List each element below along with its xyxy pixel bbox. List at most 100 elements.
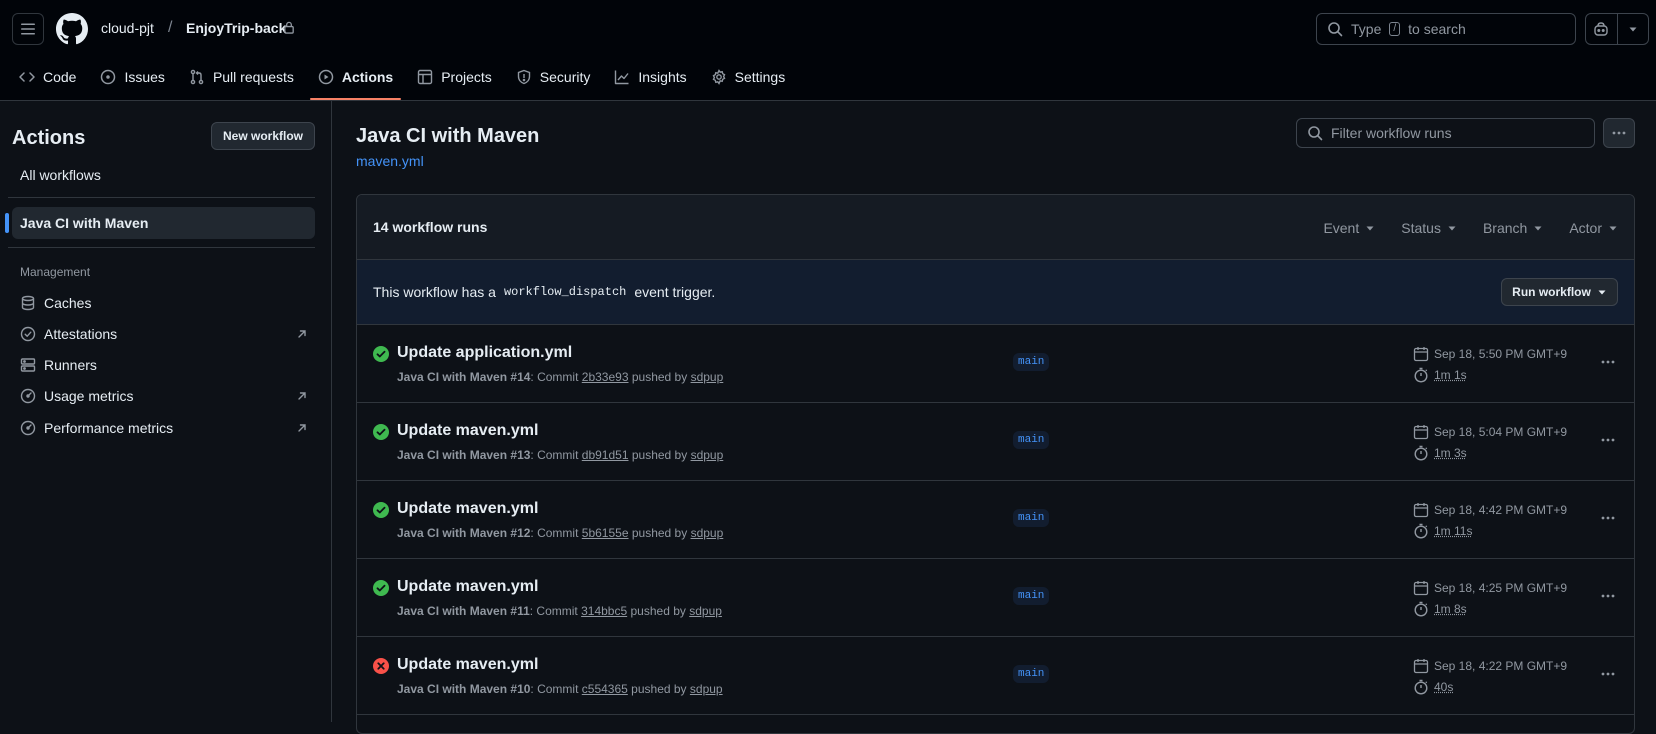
run-row[interactable]: Update maven.yml Java CI with Maven #10:… <box>357 637 1634 715</box>
run-meta: Java CI with Maven #12: Commit 5b6155e p… <box>397 526 723 540</box>
new-workflow-button[interactable]: New workflow <box>211 122 315 150</box>
run-duration: 1m 11s <box>1413 523 1472 539</box>
run-title[interactable]: Update maven.yml <box>397 500 538 518</box>
menu-button[interactable] <box>12 13 44 45</box>
run-title[interactable]: Update application.yml <box>397 344 572 362</box>
sidebar-item-label: Usage metrics <box>44 388 133 404</box>
breadcrumb-repo[interactable]: EnjoyTrip-back <box>186 20 286 36</box>
tab-code[interactable]: Code <box>19 62 84 92</box>
sidebar-item-label: Java CI with Maven <box>20 215 148 231</box>
filter-branch[interactable]: Branch <box>1483 220 1543 236</box>
global-search-input[interactable]: Type / to search <box>1316 13 1576 45</box>
commit-label: Commit <box>537 448 578 462</box>
lock-icon <box>283 21 295 34</box>
graph-icon <box>614 69 630 85</box>
kebab-horizontal-icon[interactable] <box>1600 432 1616 448</box>
sidebar-item-label: Runners <box>44 357 97 373</box>
tab-settings[interactable]: Settings <box>703 62 794 92</box>
sidebar-item-usage-metrics[interactable]: Usage metrics <box>20 385 308 407</box>
dispatch-code: workflow_dispatch <box>504 285 626 299</box>
kebab-horizontal-icon <box>1611 125 1627 141</box>
tab-label: Issues <box>124 69 164 85</box>
link-external-icon <box>296 390 308 402</box>
run-workflow-button[interactable]: Run workflow <box>1501 278 1618 306</box>
branch-label[interactable]: main <box>1013 587 1049 605</box>
commit-link[interactable]: 5b6155e <box>582 526 629 540</box>
commit-link[interactable]: 2b33e93 <box>582 370 629 384</box>
stopwatch-icon <box>1413 367 1429 383</box>
pushed-by-label: pushed by <box>632 526 687 540</box>
filter-event[interactable]: Event <box>1323 220 1375 236</box>
tab-label: Security <box>540 69 591 85</box>
run-duration: 1m 3s <box>1413 445 1467 461</box>
sidebar-item-java-ci-with-maven[interactable]: Java CI with Maven <box>12 207 315 239</box>
run-row[interactable]: Update maven.yml Java CI with Maven #11:… <box>357 559 1634 637</box>
user-link[interactable]: sdpup <box>691 526 724 540</box>
tab-issues[interactable]: Issues <box>92 62 172 92</box>
run-workflow-name: Java CI with Maven <box>397 370 507 384</box>
commit-link[interactable]: 314bbc5 <box>581 604 627 618</box>
sidebar-item-performance-metrics[interactable]: Performance metrics <box>20 417 308 439</box>
run-meta: Java CI with Maven #10: Commit c554365 p… <box>397 682 723 696</box>
kebab-horizontal-icon[interactable] <box>1600 666 1616 682</box>
copilot-icon[interactable] <box>1586 14 1617 44</box>
breadcrumb-owner[interactable]: cloud-pjt <box>101 20 154 36</box>
sidebar-item-caches[interactable]: Caches <box>20 292 308 314</box>
run-date-text: Sep 18, 5:04 PM GMT+9 <box>1434 425 1567 439</box>
table-icon <box>417 69 433 85</box>
global-header: cloud-pjt / EnjoyTrip-back Type / to sea… <box>0 0 1656 101</box>
run-date-text: Sep 18, 4:42 PM GMT+9 <box>1434 503 1567 517</box>
tab-insights[interactable]: Insights <box>606 62 694 92</box>
tab-label: Insights <box>638 69 686 85</box>
stopwatch-icon <box>1413 601 1429 617</box>
branch-label[interactable]: main <box>1013 431 1049 449</box>
commit-label: Commit <box>537 682 578 696</box>
github-logo-icon[interactable] <box>56 13 88 45</box>
calendar-icon <box>1413 424 1429 440</box>
branch-label[interactable]: main <box>1013 353 1049 371</box>
kebab-horizontal-icon[interactable] <box>1600 588 1616 604</box>
x-circle-icon <box>373 658 389 674</box>
tab-projects[interactable]: Projects <box>409 62 500 92</box>
runs-count: 14 workflow runs <box>373 219 487 235</box>
run-title[interactable]: Update maven.yml <box>397 656 538 674</box>
sidebar-item-runners[interactable]: Runners <box>20 354 308 376</box>
kebab-horizontal-icon[interactable] <box>1600 510 1616 526</box>
copilot-dropdown[interactable] <box>1617 14 1648 44</box>
workflow-menu-button[interactable] <box>1603 118 1635 148</box>
run-date-text: Sep 18, 5:50 PM GMT+9 <box>1434 347 1567 361</box>
workflow-file-link[interactable]: maven.yml <box>356 153 424 169</box>
commit-link[interactable]: db91d51 <box>582 448 629 462</box>
user-link[interactable]: sdpup <box>691 448 724 462</box>
run-title[interactable]: Update maven.yml <box>397 578 538 596</box>
run-title[interactable]: Update maven.yml <box>397 422 538 440</box>
triangle-down-icon <box>1533 223 1543 233</box>
branch-label[interactable]: main <box>1013 509 1049 527</box>
shield-icon <box>516 69 532 85</box>
run-duration-text: 1m 3s <box>1434 446 1467 460</box>
filter-actor[interactable]: Actor <box>1569 220 1618 236</box>
search-suffix: to search <box>1408 21 1466 37</box>
kebab-horizontal-icon[interactable] <box>1600 354 1616 370</box>
filter-workflow-runs-input[interactable]: Filter workflow runs <box>1296 118 1595 148</box>
run-date: Sep 18, 5:50 PM GMT+9 <box>1413 346 1567 362</box>
run-row[interactable]: Update application.yml Java CI with Mave… <box>357 325 1634 403</box>
tab-actions[interactable]: Actions <box>310 62 401 92</box>
commit-link[interactable]: c554365 <box>582 682 628 696</box>
tab-label: Pull requests <box>213 69 294 85</box>
workflow-dispatch-banner: This workflow has a workflow_dispatch ev… <box>357 260 1634 325</box>
verified-icon <box>20 326 36 342</box>
tab-pull-requests[interactable]: Pull requests <box>181 62 302 92</box>
tab-security[interactable]: Security <box>508 62 599 92</box>
sidebar-item-attestations[interactable]: Attestations <box>20 323 308 345</box>
user-link[interactable]: sdpup <box>691 370 724 384</box>
sidebar-item-all-workflows[interactable]: All workflows <box>20 167 101 183</box>
run-row[interactable]: Update maven.yml Java CI with Maven #12:… <box>357 481 1634 559</box>
user-link[interactable]: sdpup <box>690 682 723 696</box>
copilot-button[interactable] <box>1585 13 1649 45</box>
filter-status[interactable]: Status <box>1401 220 1457 236</box>
user-link[interactable]: sdpup <box>689 604 722 618</box>
breadcrumb-separator: / <box>168 19 172 37</box>
run-row[interactable]: Update maven.yml Java CI with Maven #13:… <box>357 403 1634 481</box>
branch-label[interactable]: main <box>1013 665 1049 683</box>
